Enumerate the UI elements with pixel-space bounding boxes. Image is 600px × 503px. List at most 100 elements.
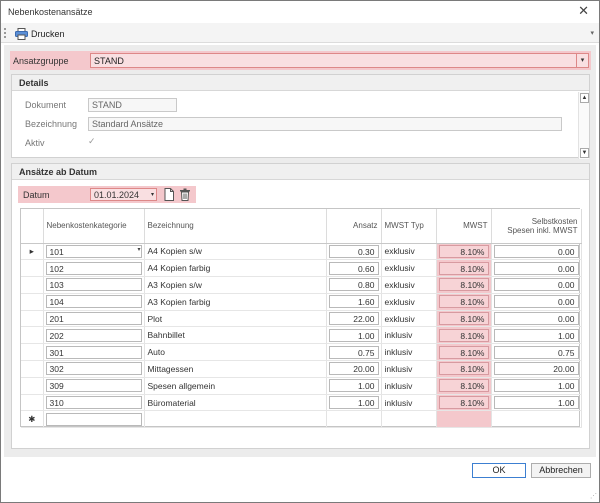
cell-ansatz[interactable]: 0.80 (328, 278, 379, 292)
bezeichnung-field[interactable]: Standard Ansätze (88, 117, 562, 131)
new-row-empty-cell[interactable] (436, 410, 492, 429)
cell-kategorie[interactable]: 202 (45, 328, 142, 342)
cell-mwst-typ[interactable]: inklusiv (382, 364, 436, 374)
row-indicator[interactable] (21, 343, 44, 362)
new-document-icon[interactable] (163, 188, 175, 201)
cell-mwst-typ[interactable]: inklusiv (382, 347, 436, 357)
cell-mwst-typ[interactable]: exklusiv (382, 280, 436, 290)
cell-bezeichnung[interactable]: A3 Kopien s/w (145, 280, 326, 290)
cell-mwst[interactable]: 8.10% (438, 278, 489, 292)
toolbar-overflow-icon[interactable]: ▾ (590, 29, 594, 37)
row-indicator[interactable] (21, 360, 44, 378)
cell-kategorie[interactable]: 309 (45, 379, 142, 393)
chevron-down-icon[interactable]: ▾ (137, 246, 140, 253)
table-row[interactable]: ▸ 101 ▾ A4 Kopien s/w 0.30 exklusiv 8.10% 0.00 (21, 243, 582, 261)
cell-kategorie[interactable]: 101 (45, 244, 142, 258)
chevron-down-icon[interactable]: ▾ (576, 54, 588, 67)
datum-combo[interactable]: 01.01.2024 ▾ (90, 188, 157, 201)
col-header-bezeichnung[interactable]: Bezeichnung (144, 209, 327, 244)
cell-mwst-typ[interactable]: inklusiv (382, 381, 436, 391)
cancel-button[interactable]: Abbrechen (531, 463, 591, 478)
cell-mwst[interactable]: 8.10% (438, 396, 489, 410)
col-header-ansatz[interactable]: Ansatz (326, 209, 382, 244)
cell-ansatz[interactable]: 0.60 (328, 261, 379, 275)
cell-ansatz[interactable]: 22.00 (328, 312, 379, 326)
cell-mwst[interactable]: 8.10% (438, 328, 489, 342)
cell-mwst-typ[interactable]: exklusiv (382, 246, 436, 256)
row-indicator[interactable] (21, 276, 44, 294)
cell-mwst-typ[interactable]: exklusiv (382, 314, 436, 324)
cell-ansatz[interactable]: 20.00 (328, 362, 379, 376)
cell-bezeichnung[interactable]: Auto (145, 347, 326, 357)
resize-grip-icon[interactable]: ⋰ (590, 492, 597, 500)
cell-ansatz[interactable]: 1.00 (328, 396, 379, 410)
cell-bezeichnung[interactable]: Büromaterial (145, 398, 326, 408)
cell-kategorie[interactable]: 104 (45, 295, 142, 309)
ansatzgruppe-combo[interactable]: STAND ▾ (90, 53, 589, 68)
cell-selbstkosten[interactable]: 1.00 (493, 328, 579, 342)
table-row[interactable]: 301 Auto 0.75 inklusiv 8.10% 0.75 (21, 343, 582, 362)
cell-selbstkosten[interactable]: 1.00 (493, 379, 579, 393)
table-row[interactable]: 102 A4 Kopien farbig 0.60 exklusiv 8.10% 0.00 (21, 259, 582, 278)
cell-ansatz[interactable]: 1.00 (328, 379, 379, 393)
cell-selbstkosten[interactable]: 0.00 (493, 295, 579, 309)
cell-bezeichnung[interactable]: Bahnbillet (145, 330, 326, 340)
print-button[interactable]: Drucken (13, 26, 67, 41)
col-header-selbstkosten[interactable]: Selbstkosten Spesen inkl. MWST (491, 209, 582, 244)
delete-icon[interactable] (179, 188, 191, 201)
aktiv-checkbox[interactable]: ✓ (88, 136, 99, 147)
new-row[interactable]: ✱ (21, 410, 582, 429)
cell-bezeichnung[interactable]: Plot (145, 314, 326, 324)
close-icon[interactable]: ✕ (578, 4, 589, 18)
cell-mwst[interactable]: 8.10% (438, 295, 489, 309)
cell-selbstkosten[interactable]: 0.00 (493, 261, 579, 275)
table-row[interactable]: 103 A3 Kopien s/w 0.80 exklusiv 8.10% 0.00 (21, 276, 582, 294)
cell-kategorie[interactable]: 302 (45, 362, 142, 376)
col-header-kategorie[interactable]: Nebenkostenkategorie (43, 209, 145, 244)
table-row[interactable]: 302 Mittagessen 20.00 inklusiv 8.10% 20.00 (21, 360, 582, 378)
toolbar-grip[interactable] (4, 28, 6, 38)
table-row[interactable]: 310 Büromaterial 1.00 inklusiv 8.10% 1.00 (21, 394, 582, 412)
cell-ansatz[interactable]: 0.30 (328, 244, 379, 258)
table-row[interactable]: 309 Spesen allgemein 1.00 inklusiv 8.10% 1.00 (21, 377, 582, 395)
cell-ansatz[interactable]: 1.60 (328, 295, 379, 309)
cell-bezeichnung[interactable]: A4 Kopien farbig (145, 263, 326, 273)
cell-mwst[interactable]: 8.10% (438, 345, 489, 359)
row-indicator[interactable] (21, 259, 44, 278)
cell-kategorie[interactable]: 301 (45, 345, 142, 359)
scroll-down-icon[interactable]: ▼ (580, 148, 589, 158)
ok-button[interactable]: OK (472, 463, 526, 478)
cell-selbstkosten[interactable]: 0.00 (493, 278, 579, 292)
row-indicator[interactable] (21, 326, 44, 345)
cell-mwst[interactable]: 8.10% (438, 362, 489, 376)
scroll-up-icon[interactable]: ▲ (580, 93, 589, 103)
row-pointer-icon[interactable]: ▸ (21, 243, 44, 261)
row-indicator[interactable] (21, 394, 44, 412)
cell-kategorie[interactable]: 201 (45, 312, 142, 326)
cell-selbstkosten[interactable]: 0.00 (493, 312, 579, 326)
row-indicator[interactable] (21, 377, 44, 395)
cell-bezeichnung[interactable]: Mittagessen (145, 364, 326, 374)
cell-mwst[interactable]: 8.10% (438, 312, 489, 326)
new-row-empty-cell[interactable] (326, 410, 382, 429)
table-row[interactable]: 104 A3 Kopien farbig 1.60 exklusiv 8.10% 0.00 (21, 293, 582, 311)
new-row-empty-cell[interactable] (491, 410, 582, 429)
cell-bezeichnung[interactable]: A4 Kopien s/w (145, 246, 326, 256)
cell-selbstkosten[interactable]: 20.00 (493, 362, 579, 376)
col-header-mwst-typ[interactable]: MWST Typ (381, 209, 437, 244)
details-scrollbar[interactable]: ▲ ▼ (578, 92, 589, 159)
cell-mwst[interactable]: 8.10% (438, 261, 489, 275)
new-row-empty-cell[interactable] (144, 410, 327, 429)
cell-selbstkosten[interactable]: 0.00 (493, 244, 579, 258)
cell-bezeichnung[interactable]: A3 Kopien farbig (145, 297, 326, 307)
cell-ansatz[interactable]: 1.00 (328, 328, 379, 342)
table-row[interactable]: 201 Plot 22.00 exklusiv 8.10% 0.00 (21, 310, 582, 328)
row-indicator[interactable] (21, 293, 44, 311)
cell-kategorie[interactable]: 102 (45, 261, 142, 275)
table-row[interactable]: 202 Bahnbillet 1.00 inklusiv 8.10% 1.00 (21, 326, 582, 345)
cell-mwst[interactable]: 8.10% (438, 244, 489, 258)
col-header-mwst[interactable]: MWST (436, 209, 492, 244)
cell-mwst[interactable]: 8.10% (438, 379, 489, 393)
chevron-down-icon[interactable]: ▾ (151, 191, 154, 198)
cell-mwst-typ[interactable]: inklusiv (382, 330, 436, 340)
